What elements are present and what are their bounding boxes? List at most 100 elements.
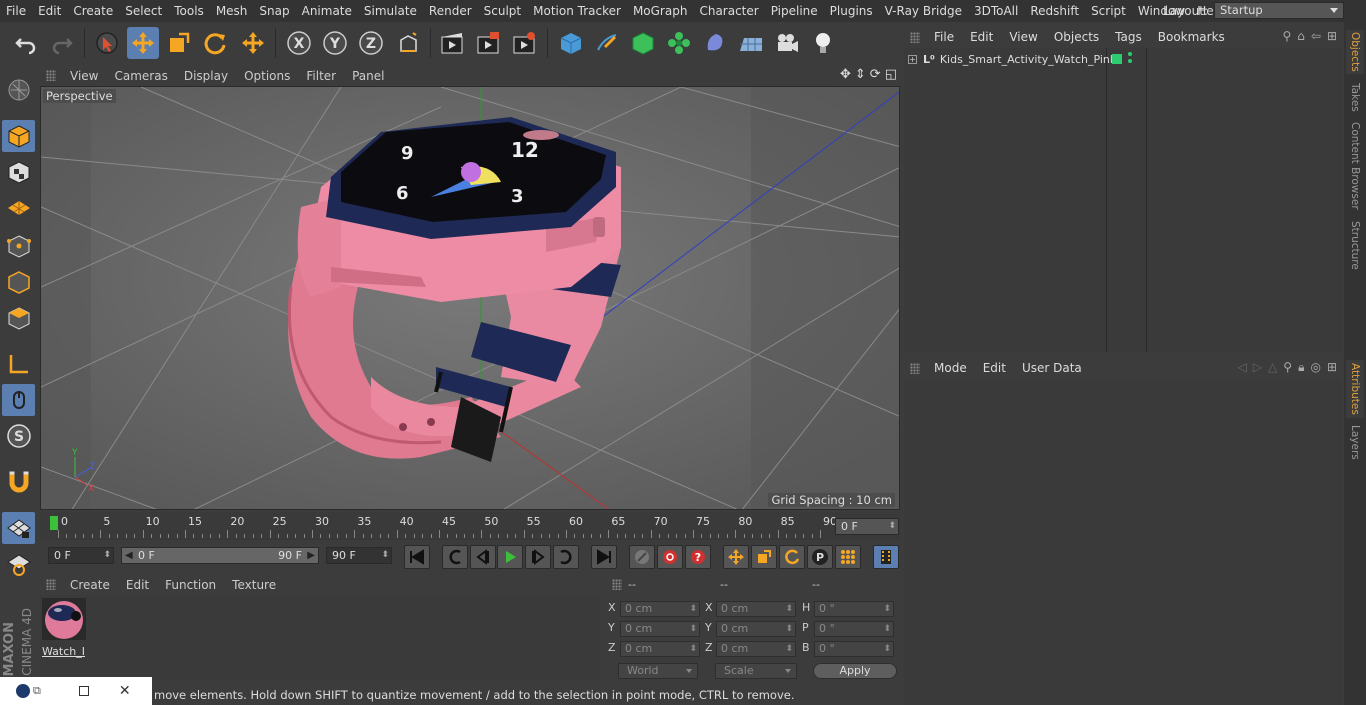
attributes-menu-user-data[interactable]: User Data (1014, 361, 1090, 375)
rotation-h-field[interactable]: 0 ° (814, 601, 894, 617)
objects-menu-tags[interactable]: Tags (1107, 30, 1150, 44)
drag-handle[interactable] (612, 579, 622, 590)
timeline-ruler[interactable]: 0 5 10 15 20 25 30 35 40 45 50 55 60 65 70 75 80 85 90 0 F (40, 512, 901, 540)
position-y-field[interactable]: 0 cm (620, 621, 700, 637)
tweak-mode-button[interactable] (2, 384, 35, 416)
restore-window-icon[interactable]: ⧉ (33, 684, 41, 698)
maximize-view-icon[interactable]: ◱ (885, 67, 897, 82)
undo-button[interactable] (10, 27, 42, 59)
viewport-menu-filter[interactable]: Filter (298, 69, 344, 83)
model-mode-button[interactable] (2, 120, 35, 152)
menu-mesh[interactable]: Mesh (210, 4, 254, 18)
menu-character[interactable]: Character (693, 4, 764, 18)
drag-handle[interactable] (910, 31, 920, 43)
next-key-button[interactable] (553, 545, 579, 569)
layout-select[interactable]: Startup (1214, 2, 1344, 19)
objects-menu-view[interactable]: View (1001, 30, 1045, 44)
camera-button[interactable] (771, 27, 803, 59)
tab-attributes[interactable]: Attributes (1346, 360, 1364, 418)
key-parameter-button[interactable]: P (807, 545, 833, 569)
key-position-button[interactable] (723, 545, 749, 569)
rotate-tool-button[interactable] (199, 27, 231, 59)
up-arrow-icon[interactable]: △ (1268, 360, 1277, 375)
editor-visibility-dot[interactable] (1128, 52, 1132, 56)
transform-tool-button[interactable] (237, 27, 269, 59)
start-frame-field[interactable]: 0 F (48, 547, 114, 564)
deformer-button[interactable] (699, 27, 731, 59)
previous-frame-button[interactable] (470, 545, 496, 569)
viewport-menu-cameras[interactable]: Cameras (106, 69, 175, 83)
material-menu-texture[interactable]: Texture (224, 578, 284, 592)
tab-structure[interactable]: Structure (1346, 218, 1364, 272)
key-pla-button[interactable] (835, 545, 861, 569)
rotation-p-field[interactable]: 0 ° (814, 621, 894, 637)
cloner-button[interactable] (663, 27, 695, 59)
edges-mode-button[interactable] (2, 266, 35, 298)
end-frame-field[interactable]: 90 F (326, 547, 392, 564)
object-row[interactable]: + L⁰ Kids_Smart_Activity_Watch_Pink (904, 50, 1342, 68)
y-axis-lock-button[interactable]: Y (319, 27, 351, 59)
lock-icon[interactable]: 🔒︎ (1298, 360, 1304, 375)
tab-content-browser[interactable]: Content Browser (1346, 120, 1364, 212)
material-menu-function[interactable]: Function (157, 578, 224, 592)
forward-arrow-icon[interactable]: ▷ (1253, 360, 1262, 375)
menu-script[interactable]: Script (1085, 4, 1132, 18)
render-view-button[interactable] (436, 27, 468, 59)
objects-menu-edit[interactable]: Edit (962, 30, 1001, 44)
redo-button[interactable] (46, 27, 78, 59)
record-motion-button[interactable] (629, 545, 655, 569)
new-panel-icon[interactable]: ⊞ (1327, 29, 1337, 43)
attributes-menu-mode[interactable]: Mode (926, 361, 975, 375)
scale-tool-button[interactable] (163, 27, 195, 59)
subdivision-surface-button[interactable] (627, 27, 659, 59)
target-icon[interactable]: ◎ (1310, 360, 1320, 375)
enable-axis-button[interactable] (2, 348, 35, 380)
material-menu-create[interactable]: Create (62, 578, 118, 592)
x-axis-lock-button[interactable]: X (283, 27, 315, 59)
3d-viewport[interactable]: 12 9 3 6 Y Z X Perspective Grid Spacing … (40, 86, 900, 510)
go-to-end-button[interactable] (591, 545, 617, 569)
menu-edit[interactable]: Edit (32, 4, 67, 18)
expand-toggle-icon[interactable]: + (908, 54, 917, 64)
viewport-menu-display[interactable]: Display (176, 69, 236, 83)
add-cube-button[interactable] (555, 27, 587, 59)
new-panel-icon[interactable]: ⊞ (1327, 360, 1337, 375)
keyframe-selection-button[interactable]: ? (685, 545, 711, 569)
render-to-picture-viewer-button[interactable] (472, 27, 504, 59)
render-settings-button[interactable] (508, 27, 540, 59)
object-name[interactable]: Kids_Smart_Activity_Watch_Pink (940, 53, 1116, 66)
menu-snap[interactable]: Snap (253, 4, 295, 18)
menu-render[interactable]: Render (423, 4, 478, 18)
autokeying-button[interactable] (657, 545, 683, 569)
texture-mode-button[interactable] (2, 156, 35, 188)
grid-lock-button[interactable] (2, 512, 35, 544)
objects-menu-objects[interactable]: Objects (1046, 30, 1107, 44)
material-menu-edit[interactable]: Edit (118, 578, 157, 592)
close-window-icon[interactable]: ✕ (119, 683, 131, 699)
layer-color-swatch[interactable] (1112, 54, 1122, 64)
size-x-field[interactable]: 0 cm (716, 601, 796, 617)
drag-handle[interactable] (910, 362, 920, 374)
position-z-field[interactable]: 0 cm (620, 641, 700, 657)
floor-button[interactable] (735, 27, 767, 59)
light-button[interactable] (807, 27, 839, 59)
cinema4d-app-icon[interactable] (16, 684, 30, 698)
menu-animate[interactable]: Animate (296, 4, 358, 18)
paint-button[interactable] (2, 548, 35, 580)
pan-view-icon[interactable]: ✥ (840, 67, 851, 82)
make-editable-button[interactable] (2, 74, 35, 106)
menu-simulate[interactable]: Simulate (358, 4, 423, 18)
coordinate-system-button[interactable] (393, 27, 425, 59)
menu-tools[interactable]: Tools (168, 4, 210, 18)
drag-handle[interactable] (46, 70, 56, 81)
frame-range-slider[interactable]: ◀ 0 F 90 F ▶ (121, 547, 319, 564)
back-icon[interactable]: ⇦ (1311, 29, 1321, 43)
back-arrow-icon[interactable]: ◁ (1238, 360, 1247, 375)
next-frame-button[interactable] (525, 545, 551, 569)
points-mode-button[interactable] (2, 230, 35, 262)
drag-handle[interactable] (46, 579, 56, 590)
scale-select[interactable]: Scale (715, 663, 797, 679)
key-scale-button[interactable] (751, 545, 777, 569)
viewport-menu-panel[interactable]: Panel (344, 69, 392, 83)
menu-create[interactable]: Create (67, 4, 119, 18)
